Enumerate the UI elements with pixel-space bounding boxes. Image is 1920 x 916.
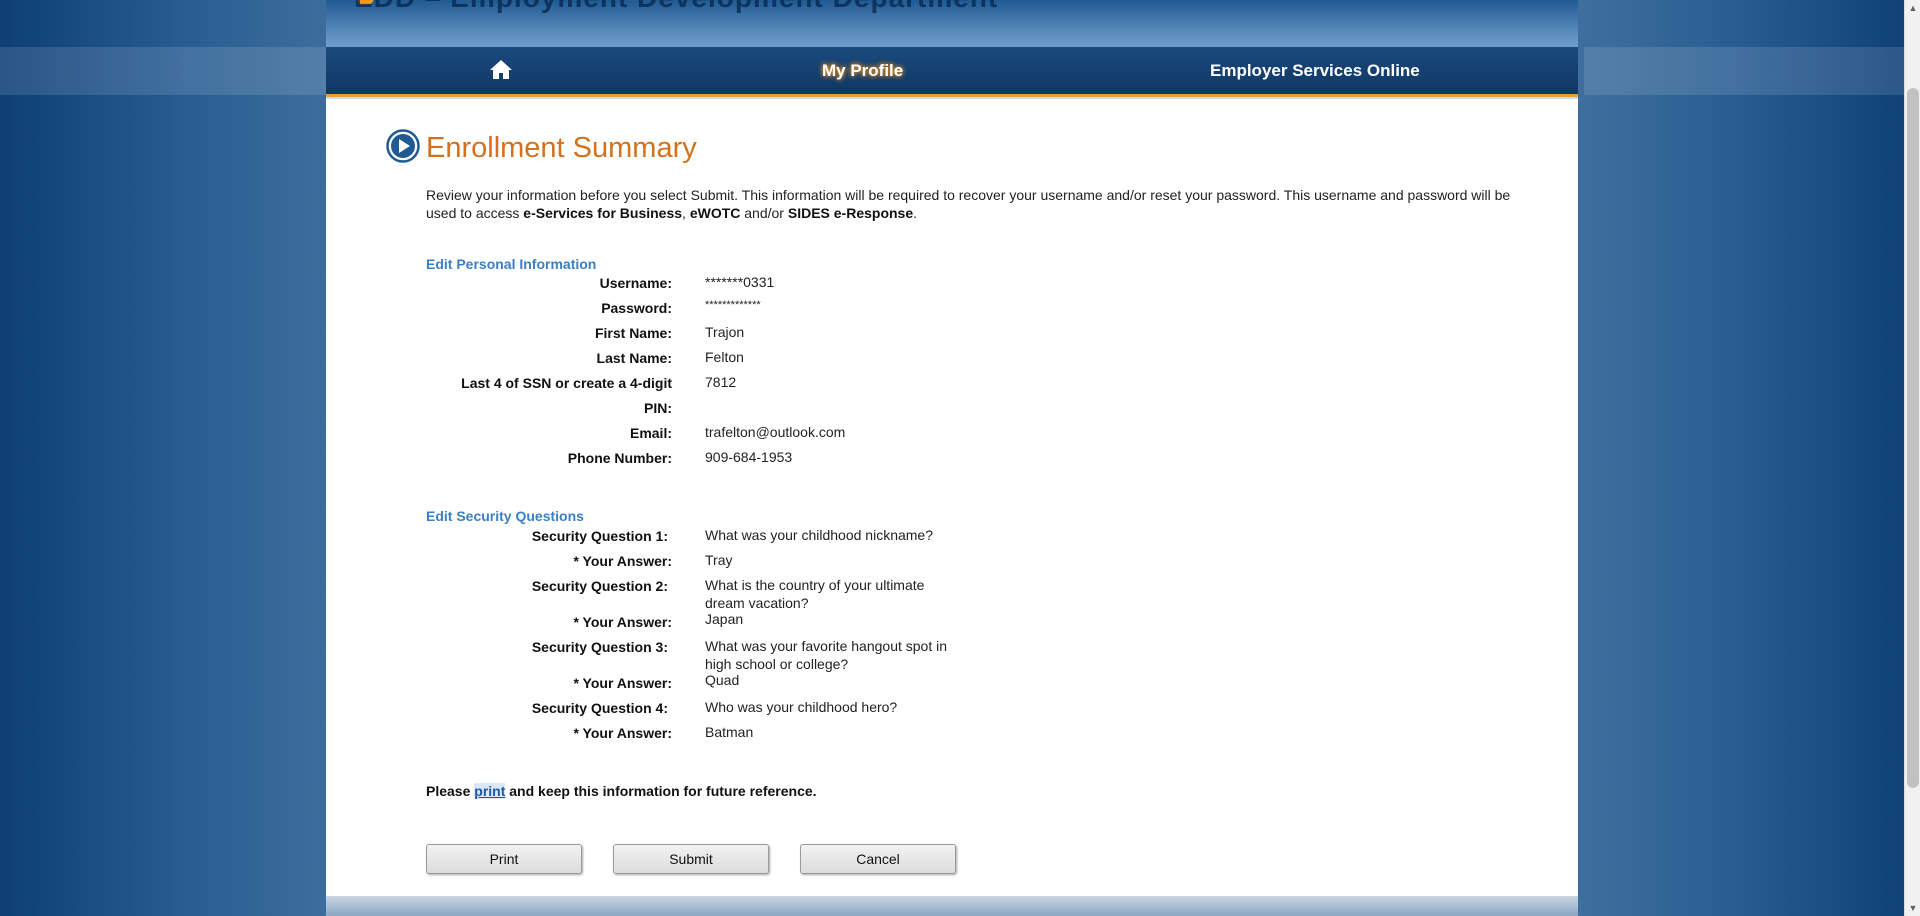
page-scrollbar[interactable]: ▲ ▼ bbox=[1904, 0, 1920, 916]
field-label: Password: bbox=[601, 300, 672, 316]
field-value: Who was your childhood hero? bbox=[705, 699, 898, 715]
intro-bold-sides: SIDES e-Response bbox=[787, 205, 914, 221]
field-label: Last 4 of SSN or create a 4-digit bbox=[461, 375, 672, 391]
background-band-left bbox=[0, 47, 326, 95]
print-button[interactable]: Print bbox=[426, 844, 582, 874]
field-label: Security Question 2: bbox=[531, 578, 668, 594]
intro-sep: , bbox=[682, 205, 690, 221]
field-label: * Your Answer: bbox=[573, 614, 672, 630]
field-label: Security Question 1: bbox=[531, 528, 668, 544]
nav-employer-services-online[interactable]: Employer Services Online bbox=[1210, 61, 1420, 81]
field-label: * Your Answer: bbox=[573, 675, 672, 691]
field-value: Batman bbox=[705, 724, 754, 740]
footer-band bbox=[326, 896, 1578, 916]
intro-sep: and/or bbox=[740, 205, 788, 221]
print-note-before: Please bbox=[426, 783, 475, 799]
field-label: Email: bbox=[629, 425, 672, 441]
home-icon[interactable] bbox=[486, 55, 516, 85]
banner-title: EDD – Employment Development Department bbox=[354, 0, 998, 14]
field-label: PIN: bbox=[644, 400, 672, 416]
intro-bold-ewotc: eWOTC bbox=[689, 205, 741, 221]
print-reminder: Please print and keep this information f… bbox=[426, 783, 817, 799]
intro-end: . bbox=[913, 205, 918, 221]
field-label: Security Question 3: bbox=[531, 639, 668, 655]
page-container: EDD – Employment Development Department … bbox=[326, 0, 1578, 916]
field-value: What was your childhood nickname? bbox=[705, 527, 934, 543]
site-banner: EDD – Employment Development Department bbox=[326, 0, 1578, 47]
scroll-down-arrow-icon[interactable]: ▼ bbox=[1905, 900, 1920, 916]
field-value: *******0331 bbox=[705, 274, 775, 290]
scrollbar-thumb[interactable] bbox=[1907, 88, 1919, 788]
submit-button[interactable]: Submit bbox=[613, 844, 769, 874]
field-label: Last Name: bbox=[596, 350, 672, 366]
field-value: trafelton@outlook.com bbox=[705, 424, 846, 440]
main-content: Enrollment Summary Review your informati… bbox=[326, 97, 1578, 898]
field-value: 909-684-1953 bbox=[705, 449, 793, 465]
field-value: What was your favorite hangout spot in h… bbox=[705, 638, 948, 672]
print-link[interactable]: print bbox=[474, 783, 506, 799]
field-label: * Your Answer: bbox=[573, 725, 672, 741]
edit-security-questions-link[interactable]: Edit Security Questions bbox=[426, 508, 584, 524]
field-label: Phone Number: bbox=[567, 450, 672, 466]
field-value: 7812 bbox=[705, 374, 737, 390]
nav-my-profile[interactable]: My Profile bbox=[822, 61, 903, 81]
intro-bold-eservices: e-Services for Business bbox=[523, 205, 683, 221]
intro-text: Review your information before you selec… bbox=[426, 186, 1516, 222]
field-value: Quad bbox=[705, 672, 740, 688]
field-value: Japan bbox=[705, 611, 744, 627]
field-value: ************* bbox=[705, 299, 761, 311]
cancel-button[interactable]: Cancel bbox=[800, 844, 956, 874]
field-value: Trajon bbox=[705, 324, 745, 340]
page-title: Enrollment Summary bbox=[426, 132, 697, 164]
scroll-up-arrow-icon[interactable]: ▲ bbox=[1905, 0, 1920, 16]
print-note-after: and keep this information for future ref… bbox=[505, 783, 817, 799]
background-band-right bbox=[1584, 47, 1904, 95]
field-label: Security Question 4: bbox=[531, 700, 668, 716]
field-label: * Your Answer: bbox=[573, 553, 672, 569]
main-nav: My Profile Employer Services Online bbox=[326, 47, 1578, 97]
edit-personal-information-link[interactable]: Edit Personal Information bbox=[426, 256, 596, 272]
field-label: First Name: bbox=[594, 325, 672, 341]
field-value: What is the country of your ultimate dre… bbox=[705, 577, 925, 611]
field-value: Felton bbox=[705, 349, 744, 365]
field-value: Tray bbox=[705, 552, 733, 568]
play-circle-icon bbox=[386, 129, 420, 163]
field-label: Username: bbox=[599, 275, 672, 291]
